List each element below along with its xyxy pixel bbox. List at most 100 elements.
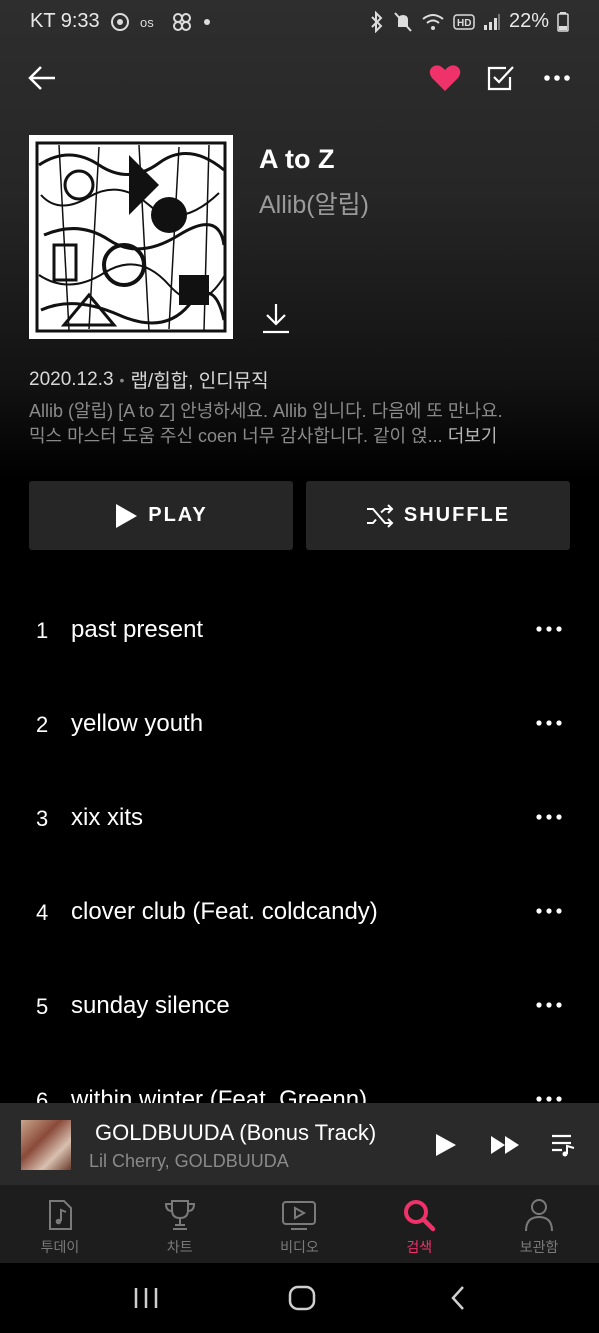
checkbox-icon (487, 66, 514, 91)
download-icon (263, 304, 289, 334)
battery-icon (557, 11, 569, 32)
track-more-button[interactable] (527, 703, 571, 743)
play-button[interactable]: PLAY (29, 481, 293, 550)
track-title: yellow youth (71, 710, 204, 737)
track-number: 4 (36, 900, 49, 925)
tab-label: 검색 (406, 1239, 433, 1255)
album-genres: 랩/힙합, 인디뮤직 (130, 371, 269, 392)
back-arrow-icon (28, 66, 55, 90)
track-number: 2 (36, 712, 49, 737)
trophy-icon (164, 1200, 195, 1230)
play-icon (436, 1134, 456, 1156)
tab-chart[interactable]: 차트 (120, 1185, 240, 1263)
album-description[interactable]: Allib (알립) [A to Z] 안녕하세요. Allib 입니다. 다음… (29, 399, 574, 449)
tab-icon-wrap (281, 1195, 317, 1235)
status-bar: KT 9:33 os HD 22% (0, 0, 599, 44)
track-more-button[interactable] (527, 1079, 571, 1103)
album-title: A to Z (259, 144, 335, 174)
signal-icon (483, 13, 500, 30)
tab-label: 비디오 (280, 1239, 319, 1255)
more-dots-icon (536, 720, 562, 726)
like-button[interactable] (423, 56, 467, 100)
tab-icon-wrap (44, 1195, 76, 1235)
tab-today[interactable]: 투데이 (0, 1185, 120, 1263)
mini-next-button[interactable] (483, 1123, 527, 1167)
os-icon: os (140, 15, 154, 30)
recent-apps-button[interactable] (121, 1275, 171, 1321)
more-link[interactable]: 더보기 (448, 426, 498, 446)
play-label: PLAY (148, 504, 208, 526)
description-line-2-text: 믹스 마스터 도움 주신 coen 너무 감사합니다. 같이 얹... (29, 426, 448, 446)
more-dots-icon (536, 1002, 562, 1008)
track-number: 5 (36, 994, 49, 1019)
music-note-icon (48, 1200, 72, 1230)
tab-label: 투데이 (40, 1239, 80, 1255)
svg-text:HD: HD (457, 18, 471, 29)
meta-separator: • (119, 371, 125, 388)
track-row[interactable]: 5 sunday silence (0, 959, 599, 1053)
album-cover (29, 135, 233, 339)
more-dots-icon (536, 908, 562, 914)
album-meta: 2020.12.3 • 랩/힙합, 인디뮤직 (29, 366, 269, 393)
mini-player[interactable]: GOLDBUUDA (Bonus Track) Lil Cherry, GOLD… (0, 1103, 599, 1185)
system-nav-bar (0, 1263, 599, 1333)
hd-icon: HD (453, 13, 475, 30)
track-row[interactable]: 1 past present (0, 583, 599, 677)
track-number: 1 (36, 618, 49, 643)
track-row[interactable]: 2 yellow youth (0, 677, 599, 771)
track-more-button[interactable] (527, 891, 571, 931)
playlist-button[interactable] (542, 1123, 586, 1167)
system-back-button[interactable] (433, 1275, 483, 1321)
track-more-button[interactable] (527, 985, 571, 1025)
track-row[interactable]: 4 clover club (Feat. coldcandy) (0, 865, 599, 959)
fast-forward-icon (491, 1136, 519, 1154)
album-artist[interactable]: Allib(알립) (259, 185, 369, 221)
album-cover-image (35, 141, 227, 333)
track-row[interactable]: 3 xix xits (0, 771, 599, 865)
status-left: KT 9:33 os (30, 10, 212, 33)
play-icon (116, 503, 138, 528)
mini-play-button[interactable] (424, 1123, 468, 1167)
track-number: 3 (36, 806, 49, 831)
more-dots-icon (544, 75, 570, 81)
pinwheel-icon (172, 12, 191, 31)
battery-percent: 22% (508, 10, 549, 32)
mute-icon (394, 11, 412, 32)
back-button[interactable] (20, 56, 64, 100)
shuffle-button[interactable]: SHUFFLE (306, 481, 570, 550)
description-line-1: Allib (알립) [A to Z] 안녕하세요. Allib 입니다. 다음… (29, 401, 503, 421)
tab-library[interactable]: 보관함 (479, 1185, 599, 1263)
track-list: 1 past present 2 yellow youth 3 xix xits… (0, 583, 599, 1103)
home-button[interactable] (277, 1275, 327, 1321)
tab-icon-wrap (523, 1195, 555, 1235)
track-number: 6 (36, 1088, 49, 1103)
track-title: xix xits (71, 804, 143, 831)
more-options-button[interactable] (535, 56, 579, 100)
description-line-2: 믹스 마스터 도움 주신 coen 너무 감사합니다. 같이 얹... 더보기 (29, 424, 574, 449)
heart-icon (429, 65, 461, 91)
track-row[interactable]: 6 within winter (Feat. Greenn) (0, 1053, 599, 1103)
playlist-icon (552, 1134, 575, 1157)
person-icon (525, 1199, 554, 1232)
more-dots-icon (536, 814, 562, 820)
media-icon (110, 12, 129, 31)
release-date: 2020.12.3 (29, 368, 114, 390)
carrier-time: KT 9:33 (30, 10, 100, 32)
tab-label: 보관함 (519, 1239, 559, 1255)
shuffle-icon (366, 503, 394, 528)
now-playing-artists: Lil Cherry, GOLDBUUDA (89, 1151, 289, 1171)
track-title: within winter (Feat. Greenn) (71, 1086, 368, 1103)
bottom-tab-bar: 투데이 차트 비디오 검색 보관함 (0, 1185, 599, 1263)
download-button[interactable] (254, 296, 298, 340)
shuffle-label: SHUFFLE (403, 504, 511, 526)
tab-icon-wrap (402, 1195, 436, 1235)
select-button[interactable] (479, 56, 523, 100)
track-more-button[interactable] (527, 609, 571, 649)
track-title: clover club (Feat. coldcandy) (71, 898, 378, 925)
now-playing-title: GOLDBUUDA (Bonus Track) (95, 1120, 377, 1145)
chevron-left-icon (451, 1286, 464, 1310)
tab-video[interactable]: 비디오 (240, 1185, 360, 1263)
top-nav (0, 56, 599, 100)
tab-search[interactable]: 검색 (359, 1185, 479, 1263)
track-more-button[interactable] (527, 797, 571, 837)
